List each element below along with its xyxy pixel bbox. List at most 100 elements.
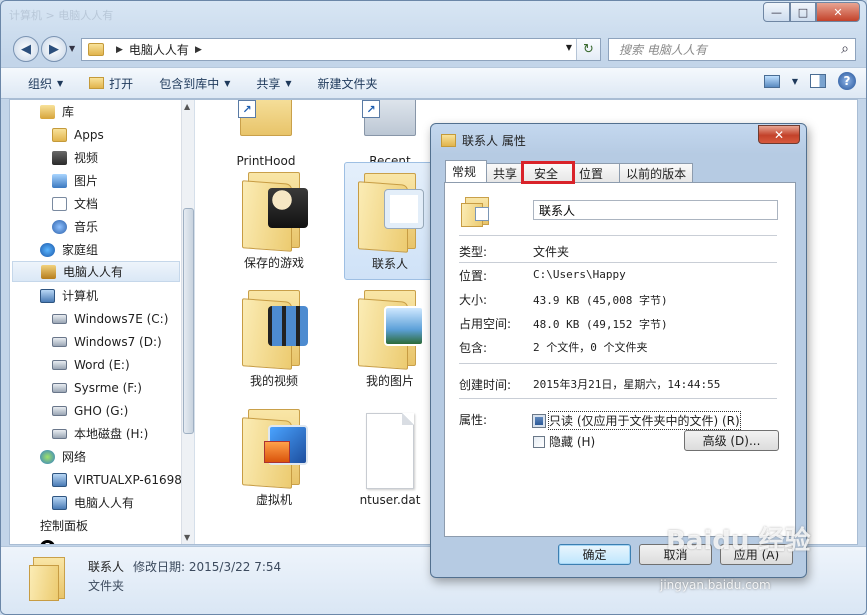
- change-view-icon[interactable]: [763, 74, 780, 88]
- maximize-button[interactable]: □: [790, 2, 816, 22]
- sidebar-item-homegroup[interactable]: 家庭组: [40, 239, 98, 260]
- file-item-contacts[interactable]: 联系人: [344, 162, 436, 280]
- sidebar-item-documents[interactable]: 文档: [52, 193, 98, 214]
- tab-general[interactable]: 常规: [445, 160, 488, 182]
- file-item-ntuser[interactable]: ntuser.dat: [344, 407, 436, 507]
- sidebar-item-user-folder[interactable]: 电脑人人有: [12, 261, 180, 282]
- cancel-button[interactable]: 取消: [639, 544, 712, 565]
- forward-button[interactable]: ▶: [41, 36, 67, 62]
- help-icon[interactable]: ?: [838, 72, 856, 90]
- sidebar-item-network-pc-2[interactable]: 电脑人人有: [52, 492, 134, 513]
- sidebar-item-drive-f[interactable]: Sysrme (F:): [52, 377, 142, 398]
- sidebar-item-label: 家庭组: [62, 243, 99, 257]
- sidebar-item-drive-g[interactable]: GHO (G:): [52, 400, 128, 421]
- scroll-down-icon[interactable]: ▼: [184, 533, 190, 542]
- folder-icon: [441, 134, 456, 147]
- share-label: 共享: [256, 76, 281, 91]
- tab-location[interactable]: 位置: [572, 163, 621, 182]
- refresh-icon[interactable]: ↻: [576, 39, 600, 60]
- share-button[interactable]: 共享 ▼: [243, 71, 304, 95]
- sidebar-item-library[interactable]: 库: [40, 101, 74, 122]
- hidden-checkbox[interactable]: 隐藏 (H): [533, 433, 595, 450]
- search-icon[interactable]: ⌕: [841, 41, 849, 57]
- chevron-down-icon: ▼: [224, 78, 231, 88]
- tab-security[interactable]: 安全: [521, 161, 576, 184]
- title-bar[interactable]: 计算机 > 电脑人人有 — □ ✕: [1, 1, 866, 29]
- sidebar-item-drive-d[interactable]: Windows7 (D:): [52, 331, 162, 352]
- breadcrumb-chevron-icon[interactable]: ▶: [195, 45, 202, 55]
- sidebar-item-apps[interactable]: Apps: [52, 124, 104, 145]
- organize-button[interactable]: 组织 ▼: [15, 71, 76, 95]
- dialog-close-button[interactable]: ✕: [758, 125, 800, 144]
- checkbox-checked-icon[interactable]: [532, 413, 546, 428]
- sidebar-item-partial[interactable]: [40, 536, 62, 544]
- divider: [459, 235, 777, 236]
- sidebar-item-drive-e[interactable]: Word (E:): [52, 354, 130, 375]
- apply-button[interactable]: 应用 (A): [720, 544, 793, 565]
- file-item-recent[interactable]: ↗ Recent: [344, 100, 436, 168]
- tab-sharing[interactable]: 共享: [486, 163, 525, 182]
- document-library-icon: [52, 196, 67, 211]
- divider: [459, 363, 777, 364]
- file-item-my-videos[interactable]: 我的视频: [228, 282, 320, 389]
- chevron-down-icon: ▼: [57, 78, 64, 88]
- vm-folder-icon: [242, 401, 308, 489]
- size-value: 43.9 KB (45,008 字节): [533, 294, 668, 307]
- sidebar-item-label: 库: [62, 105, 75, 119]
- view-dropdown-icon[interactable]: ▼: [792, 77, 798, 86]
- advanced-button[interactable]: 高级 (D)...: [684, 430, 779, 451]
- computer-icon: [52, 472, 67, 487]
- back-button[interactable]: ◀: [13, 36, 39, 62]
- sidebar-item-network-pc-1[interactable]: VIRTUALXP-61698: [52, 469, 182, 490]
- scrollbar-thumb[interactable]: [183, 208, 194, 434]
- sidebar-item-label: GHO (G:): [74, 403, 129, 418]
- sidebar-item-drive-h[interactable]: 本地磁盘 (H:): [52, 423, 148, 444]
- sidebar-item-videos[interactable]: 视频: [52, 147, 98, 168]
- file-icon: [366, 413, 414, 489]
- include-in-library-button[interactable]: 包含到库中 ▼: [146, 71, 243, 95]
- minimize-button[interactable]: —: [763, 2, 790, 22]
- new-folder-button[interactable]: 新建文件夹: [305, 71, 391, 95]
- file-item-printhood[interactable]: ↗ PrintHood: [220, 100, 312, 168]
- attributes-label: 属性:: [459, 413, 488, 427]
- network-icon: [40, 449, 55, 464]
- readonly-checkbox[interactable]: 只读 (仅应用于文件夹中的文件) (R): [532, 411, 741, 430]
- command-bar: 组织 ▼ 打开 包含到库中 ▼ 共享 ▼ 新建文件夹 ▼ ?: [1, 67, 866, 99]
- open-button[interactable]: 打开: [76, 71, 146, 95]
- ok-button[interactable]: 确定: [558, 544, 631, 565]
- sidebar-item-music[interactable]: 音乐: [52, 216, 98, 237]
- location-value: C:\Users\Happy: [533, 268, 626, 281]
- sidebar-item-pictures[interactable]: 图片: [52, 170, 98, 191]
- disk-size-label: 占用空间:: [459, 317, 512, 331]
- sidebar-item-drive-c[interactable]: Windows7E (C:): [52, 308, 168, 329]
- created-value: 2015年3月21日，星期六，14:44:55: [533, 378, 721, 391]
- preview-pane-icon[interactable]: [810, 74, 826, 88]
- sidebar-item-label: 图片: [74, 174, 99, 188]
- recent-pages-dropdown-icon[interactable]: ▼: [69, 44, 75, 53]
- sidebar-item-computer[interactable]: 计算机: [40, 285, 98, 306]
- folder-icon: [29, 555, 67, 601]
- scroll-up-icon[interactable]: ▲: [184, 102, 190, 111]
- dialog-title-bar[interactable]: 联系人 属性: [441, 132, 526, 149]
- breadcrumb-item[interactable]: 电脑人人有: [129, 41, 189, 58]
- file-item-my-pictures[interactable]: 我的图片: [344, 282, 436, 389]
- file-item-virtual-machine[interactable]: 虚拟机: [228, 401, 320, 508]
- sidebar-scrollbar[interactable]: ▲ ▼: [181, 100, 194, 544]
- checkbox-unchecked-icon[interactable]: [533, 435, 545, 448]
- close-button[interactable]: ✕: [816, 2, 860, 22]
- tab-previous-versions[interactable]: 以前的版本: [619, 163, 694, 182]
- file-item-label: 虚拟机: [255, 493, 292, 507]
- sidebar-item-control-panel[interactable]: 控制面板: [40, 515, 88, 536]
- breadcrumb-chevron-icon[interactable]: ▶: [116, 45, 123, 55]
- computer-icon: [52, 495, 67, 510]
- contains-label: 包含:: [459, 341, 488, 355]
- disk-size-value: 48.0 KB (49,152 字节): [533, 318, 668, 331]
- folder-name-input[interactable]: [533, 200, 778, 220]
- sidebar-item-label: 网络: [62, 450, 87, 464]
- file-item-saved-games[interactable]: 保存的游戏: [228, 164, 320, 271]
- address-bar[interactable]: ▶ 电脑人人有 ▶ ▼ ↻: [81, 38, 601, 61]
- games-folder-icon: [242, 164, 308, 252]
- address-dropdown-icon[interactable]: ▼: [566, 43, 572, 52]
- sidebar-item-network[interactable]: 网络: [40, 446, 86, 467]
- search-input[interactable]: 搜索 电脑人人有 ⌕: [608, 38, 856, 61]
